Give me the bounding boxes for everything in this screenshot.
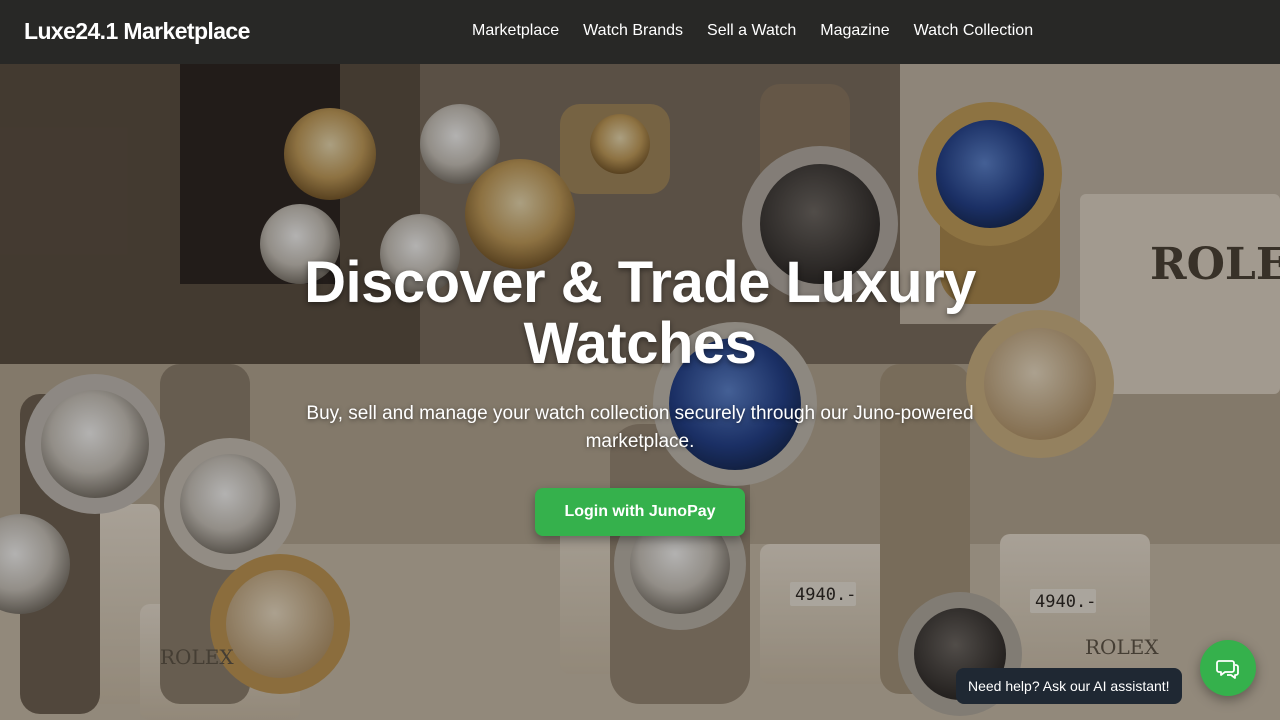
top-navbar: Luxe24.1 Marketplace Marketplace Watch B… [0, 0, 1280, 64]
nav-link-magazine[interactable]: Magazine [820, 22, 889, 40]
login-with-junopay-button[interactable]: Login with JunoPay [535, 488, 745, 536]
nav-link-watch-collection[interactable]: Watch Collection [914, 22, 1033, 40]
hero-title: Discover & Trade Luxury Watches [304, 250, 976, 376]
brand-logo[interactable]: Luxe24.1 Marketplace [24, 18, 250, 45]
chat-bubbles-icon [1216, 660, 1239, 679]
chat-help-tooltip: Need help? Ask our AI assistant! [956, 668, 1182, 704]
nav-link-watch-brands[interactable]: Watch Brands [583, 22, 683, 40]
hero-section: ROLE ROLEX ROLEX 4940.- 4940.- Discover … [0, 64, 1280, 720]
main-nav: Marketplace Watch Brands Sell a Watch Ma… [472, 22, 1033, 40]
nav-link-marketplace[interactable]: Marketplace [472, 22, 559, 40]
chat-assistant-button[interactable] [1200, 640, 1256, 696]
nav-link-sell-a-watch[interactable]: Sell a Watch [707, 22, 796, 40]
hero-subtitle: Buy, sell and manage your watch collecti… [306, 403, 974, 452]
hero-content: Discover & Trade Luxury Watches Buy, sel… [240, 252, 1040, 536]
